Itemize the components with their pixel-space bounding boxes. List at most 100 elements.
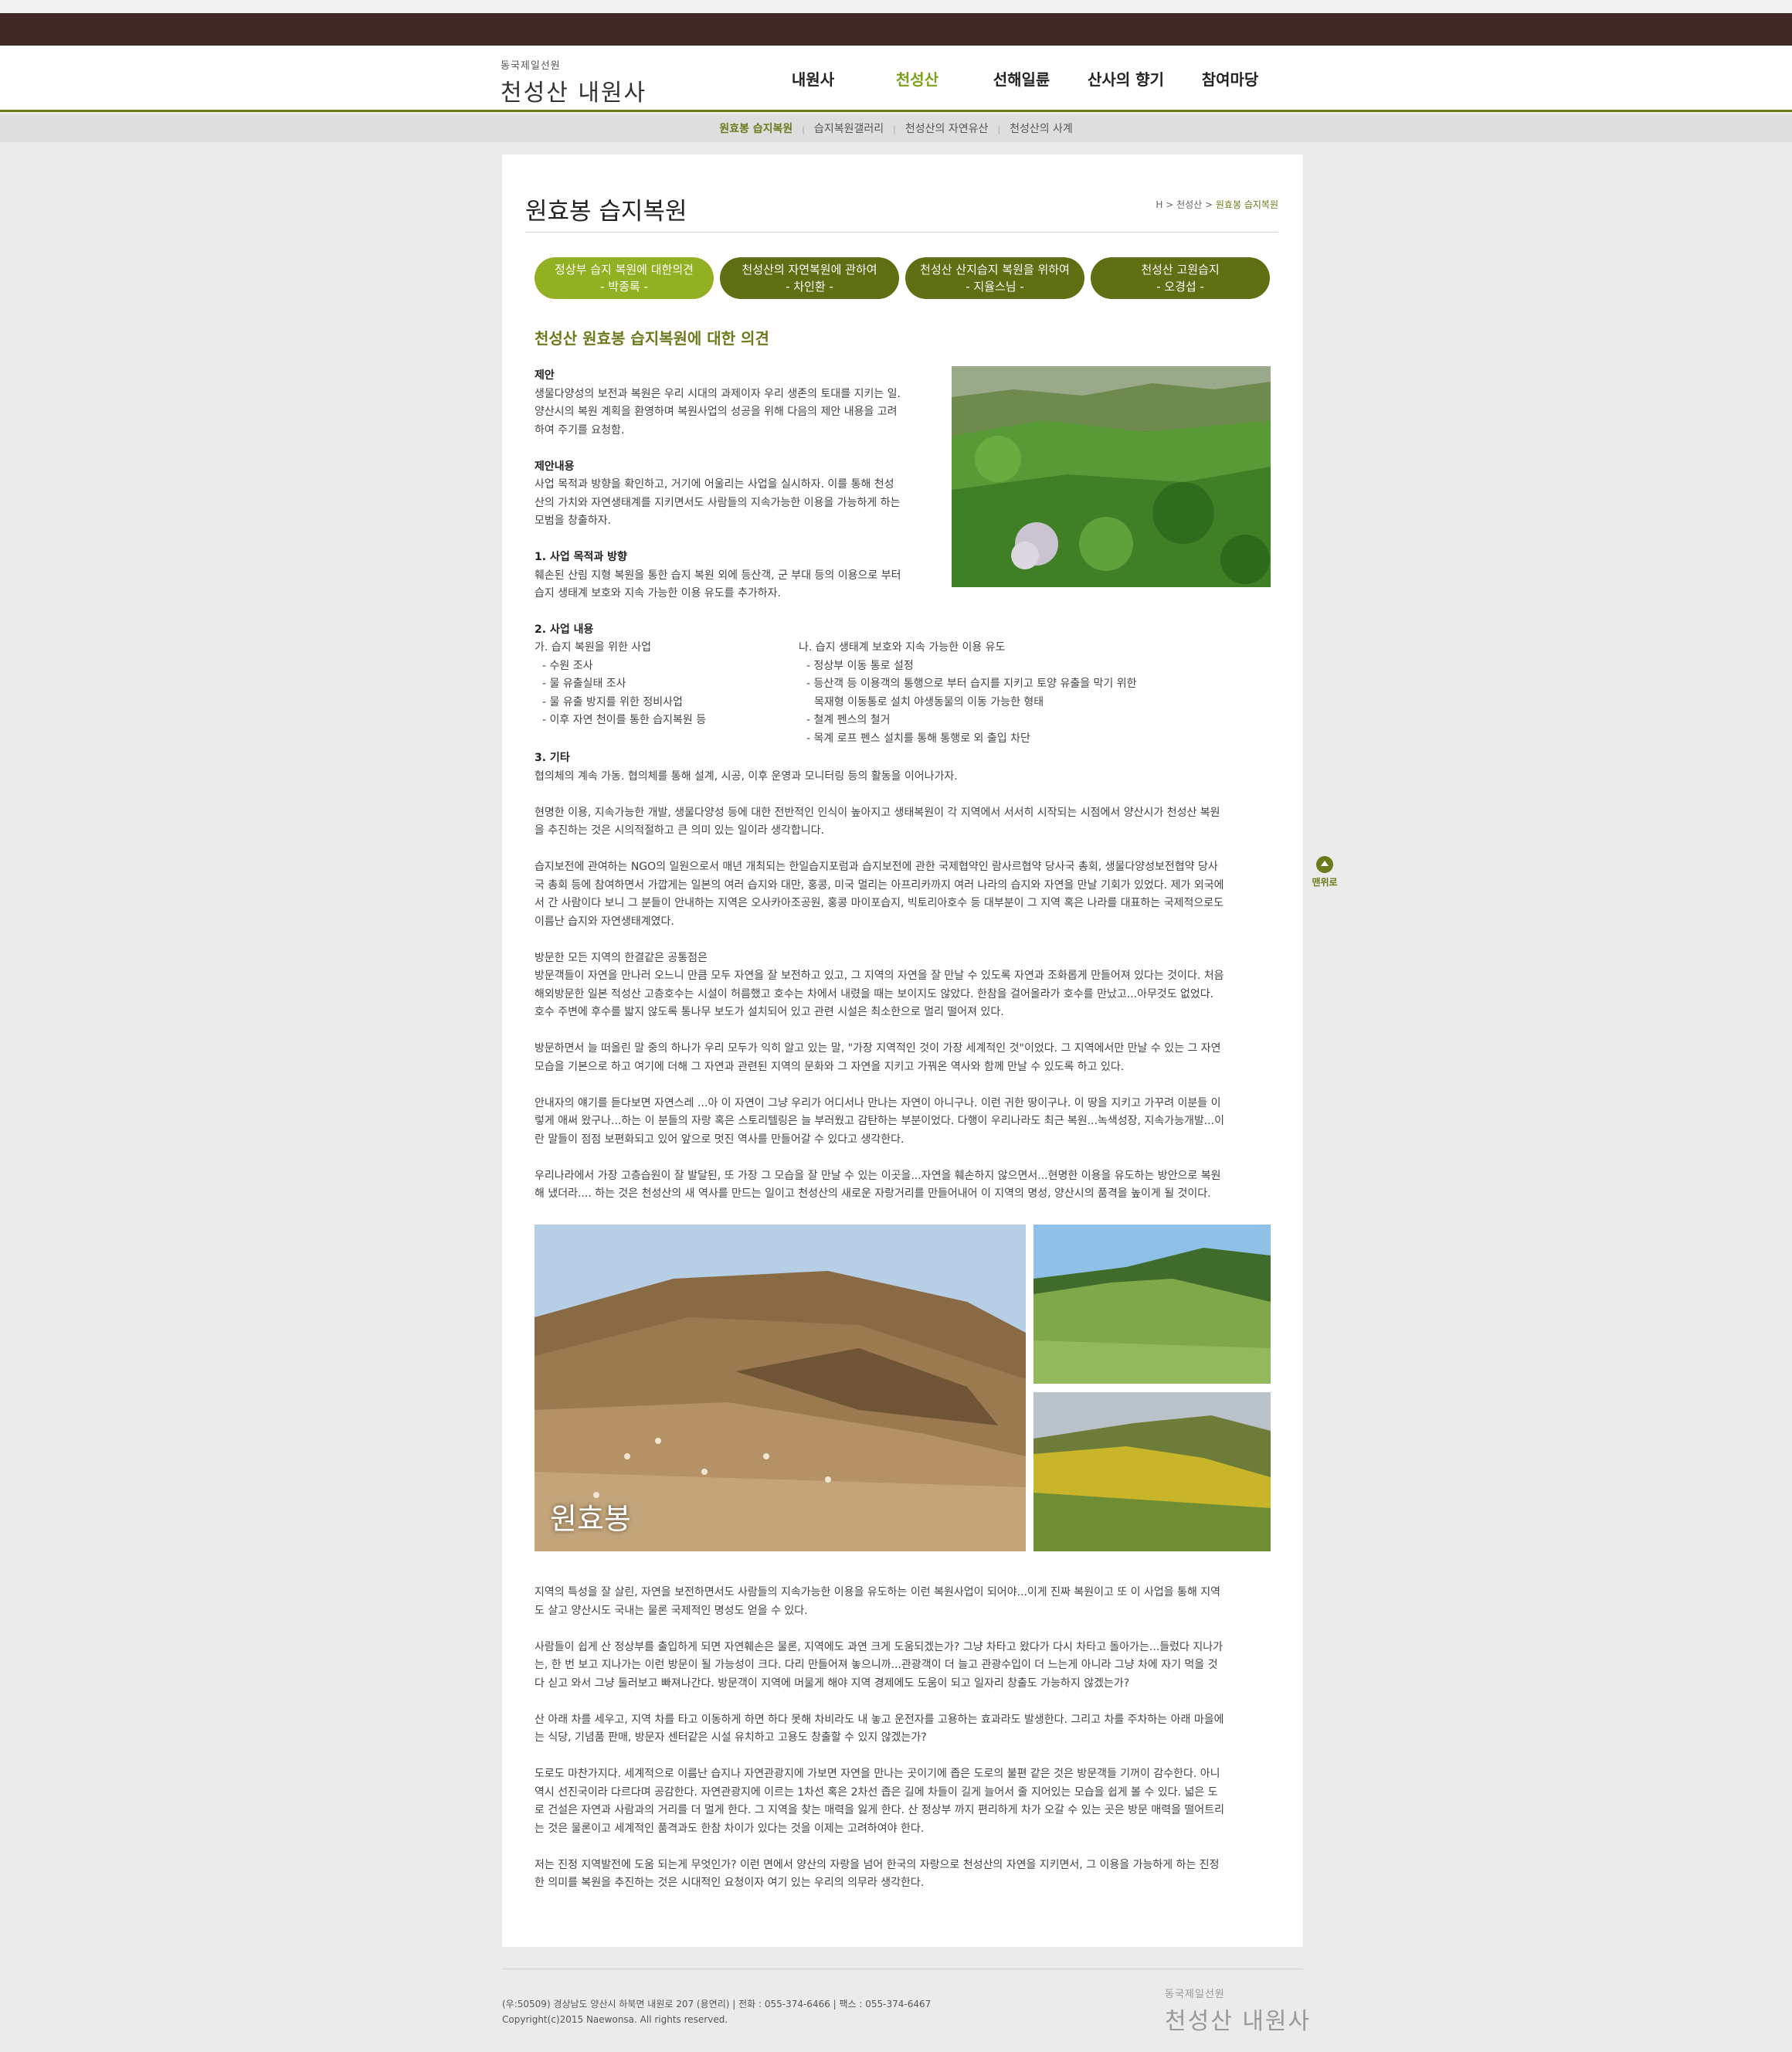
footer-logo-title: 천성산 내원사 — [1165, 2008, 1312, 2035]
tab-label: 천성산 고원습지 — [1141, 263, 1220, 277]
tab-cha-inhwan[interactable]: 천성산의 자연복원에 관하여 - 차인환 - — [720, 257, 899, 299]
text-line: 렇게 애써 왔구나...하는 이 분들의 자랑 혹은 스토리텔링은 늘 부러웠고… — [535, 1115, 1224, 1127]
photo-caption: 원효봉 — [550, 1502, 631, 1536]
content-panel: 원효봉 습지복원 H > 천성산 > 원효봉 습지복원 정상부 습지 복원에 대… — [502, 155, 1303, 1947]
text-line: 해 냈더라.... 하는 것은 천성산의 새 역사를 만드는 일이고 천성산의 … — [535, 1187, 1211, 1200]
breadcrumb-current: 원효봉 습지복원 — [1215, 199, 1278, 210]
text-line: 도 살고 양산시도 국내는 물론 국제적인 명성도 얻을 수 있다. — [535, 1604, 808, 1617]
text-line: 는 것은 물론이고 세계적인 품격과도 한참 차이가 있다는 것을 이제는 고려… — [535, 1822, 925, 1835]
breadcrumb: H > 천성산 > 원효봉 습지복원 — [1156, 199, 1278, 210]
text-line: 이름난 습지와 자연생태계였다. — [535, 915, 674, 928]
text-line: 서 간 사람이다 보니 그 분들이 안내하는 지역은 오사카아조공원, 홍콩 마… — [535, 897, 1224, 909]
subnav-natural-heritage[interactable]: 천성산의 자연유산 — [896, 121, 998, 136]
opinion-tabs: 정상부 습지 복원에 대한의견 - 박종록 - 천성산의 자연복원에 관하여 -… — [535, 257, 1270, 299]
tab-label: 정상부 습지 복원에 대한의견 — [555, 263, 694, 277]
article-title: 천성산 원효봉 습지복원에 대한 의견 — [535, 329, 769, 348]
text-line: 저는 진정 지역발전에 도움 되는게 무엇인가? 이런 면에서 양산의 자랑을 … — [535, 1858, 1220, 1871]
text-line: 모습을 기본으로 하고 여기에 더해 그 자연과 관련된 지역의 문화와 그 자… — [535, 1060, 1125, 1073]
text-line: 란 말들이 점점 보편화되고 있어 앞으로 멋진 역사를 만들어갈 수 있다고 … — [535, 1133, 904, 1146]
text-line: 습지 생태계 보호와 지속 가능한 이용 유도를 추가하자. — [535, 587, 781, 600]
tab-jiyul-sunim[interactable]: 천성산 산지습지 복원을 위하여 - 지율스님 - — [905, 257, 1084, 299]
nav-temple-scent[interactable]: 산사의 향기 — [1074, 67, 1178, 90]
list-item: - 철계 펜스의 철거 — [806, 714, 891, 726]
scroll-to-top-button[interactable]: 맨위로 — [1312, 856, 1338, 888]
text-line: 사업 목적과 방향을 확인하고, 거기에 어울리는 사업을 실시하자. 이를 통… — [535, 478, 894, 491]
text-line: 생물다양성의 보전과 복원은 우리 시대의 과제이자 우리 생존의 토대를 지키… — [535, 387, 901, 400]
tab-author: - 차인환 - — [786, 280, 833, 294]
tab-author: - 지율스님 - — [966, 280, 1024, 294]
text-line: 도로도 마찬가지다. 세계적으로 이름난 습지나 자연관광지에 가보면 자연을 … — [535, 1768, 1220, 1780]
nav-seonhae[interactable]: 선해일륜 — [969, 67, 1074, 90]
yellow-meadow-photo — [1033, 1392, 1271, 1551]
top-strip — [0, 0, 1792, 13]
text-line: 는 식당, 기념품 판매, 방문자 센터같은 시설 유치하고 고용도 창출할 수… — [535, 1731, 927, 1744]
subnav-four-seasons[interactable]: 천성산의 사계 — [1000, 121, 1082, 136]
footer-address: (우:50509) 경상남도 양산시 하북면 내원로 207 (용연리) | 전… — [502, 1999, 932, 2010]
text-line: 산 아래 차를 세우고, 지역 차를 타고 이동하게 하면 하다 못해 차비라도… — [535, 1713, 1224, 1726]
text-line: 방문한 모든 지역의 한결같은 공통점은 — [535, 951, 708, 964]
nav-participation[interactable]: 참여마당 — [1178, 67, 1282, 90]
text-line: 양산시의 복원 계획을 환영하며 복원사업의 성공을 위해 다음의 제안 내용을… — [535, 406, 898, 418]
text-line: 안내자의 얘기를 듣다보면 자연스레 ...아 이 자연이 그냥 우리가 어디서… — [535, 1096, 1221, 1109]
text-line: 훼손된 산림 지형 복원을 통한 습지 복원 외에 등산객, 군 부대 등의 이… — [535, 569, 901, 582]
green-meadow-photo — [1033, 1225, 1271, 1384]
breadcrumb-home[interactable]: H — [1156, 199, 1162, 210]
text-line: 을 추진하는 것은 시의적절하고 큰 의미 있는 일이라 생각합니다. — [535, 824, 824, 837]
text-line: 호수 주변에 후수를 밟지 않도록 통나무 보도가 설치되어 있고 관련 시설은… — [535, 1006, 1004, 1018]
list-item: 목재형 이동통로 설치 야생동물의 이동 가능한 형태 — [814, 695, 1044, 708]
title-divider — [525, 232, 1278, 233]
text-line: 지역의 특성을 잘 살린, 자연을 보전하면서도 사람들의 지속가능한 이용을 … — [535, 1586, 1221, 1598]
list-item: - 물 유출 방지를 위한 정비사업 — [542, 695, 683, 708]
tab-oh-gyeongseop[interactable]: 천성산 고원습지 - 오경섭 - — [1091, 257, 1270, 299]
tab-park-jongrok[interactable]: 정상부 습지 복원에 대한의견 - 박종록 - — [535, 257, 714, 299]
list-item: 가. 습지 복원을 위한 사업 — [535, 641, 652, 654]
text-line: 우리나라에서 가장 고층습원이 잘 발달된, 또 가장 그 모습을 잘 만날 수… — [535, 1169, 1221, 1182]
list-item: - 물 유출실태 조사 — [542, 678, 626, 690]
list-item: - 이후 자연 천이를 통한 습지복원 등 — [542, 714, 707, 726]
forest-photo — [952, 366, 1271, 587]
tab-author: - 박종록 - — [600, 280, 648, 294]
text-line: 방문하면서 늘 떠올린 말 중의 하나가 우리 모두가 익히 알고 있는 말, … — [535, 1042, 1221, 1055]
text-line: 습지보전에 관여하는 NGO의 일원으로서 매년 개최되는 한일습지포럼과 습지… — [535, 861, 1218, 873]
tab-label: 천성산 산지습지 복원을 위하여 — [920, 263, 1070, 277]
breadcrumb-mid[interactable]: 천성산 — [1176, 199, 1202, 210]
text-line: 로 건설은 자연과 사람과의 거리를 더 멀게 한다. 그 지역을 찾는 매력을… — [535, 1804, 1224, 1816]
footer-info: (우:50509) 경상남도 양산시 하북면 내원로 207 (용연리) | 전… — [502, 1996, 931, 2027]
list-item: - 정상부 이동 통로 설정 — [806, 659, 914, 672]
logo-title: 천성산 내원사 — [501, 80, 647, 107]
logo-subtitle: 동국제일선원 — [501, 60, 561, 72]
text-line: 사람들이 쉽게 산 정상부를 출입하게 되면 자연훼손은 물론, 지역에도 과연… — [535, 1640, 1224, 1653]
business-section: 2. 사업 내용 — [535, 621, 1276, 640]
subnav-wetland-gallery[interactable]: 습지복원갤러리 — [805, 121, 893, 136]
text-line: 방문객들이 자연을 만나러 오느니 만큼 모두 자연을 잘 보전하고 있고, 그… — [535, 970, 1224, 982]
list-item: - 등산객 등 이용객의 통행으로 부터 습지를 지키고 토양 유출을 막기 위… — [806, 678, 1137, 690]
body-text-1: 3. 기타 협의체의 계속 가동. 협의체를 통해 설계, 시공, 이후 운영과… — [535, 749, 1280, 1204]
text-line: 다 싣고 와서 그냥 둘러보고 빠져나간다. 방문객이 지역에 머물게 해야 지… — [535, 1677, 1130, 1690]
proposal-section: 제안 생물다양성의 보전과 복원은 우리 시대의 과제이자 우리 생존의 토대를… — [535, 367, 936, 603]
footer-copyright: Copyright(c)2015 Naewonsa. All rights re… — [502, 2014, 728, 2025]
text-line: 한 의미를 복원을 추진하는 것은 시대적인 요청이자 여기 있는 우리의 의무… — [535, 1877, 925, 1889]
proposal-heading: 제안 — [535, 369, 555, 382]
text-line: 국 총회 등에 참여하면서 가깝게는 일본의 여러 습지와 대만, 홍콩, 미국… — [535, 878, 1224, 892]
footer-logo-subtitle: 동국제일선원 — [1165, 1989, 1225, 2000]
tab-label: 천성산의 자연복원에 관하여 — [742, 263, 877, 277]
text-line: 는, 한 번 보고 지나가는 이런 방문이 될 가능성이 크다. 다리 만들어져… — [535, 1659, 1218, 1671]
main-nav: 내원사 천성산 선해일륜 산사의 향기 참여마당 — [761, 67, 1282, 90]
business-heading: 2. 사업 내용 — [535, 623, 594, 636]
footer-logo: 동국제일선원 천성산 내원사 — [1165, 1986, 1311, 2036]
text-line: 하여 주기를 요청함. — [535, 423, 625, 437]
subnav-wetland-restoration[interactable]: 원효봉 습지복원 — [710, 121, 802, 136]
text-line: 현명한 이용, 지속가능한 개발, 생물다양성 등에 대한 전반적인 인식이 높… — [535, 806, 1220, 819]
restoration-list: 가. 습지 복원을 위한 사업 - 수원 조사 - 물 유출실태 조사 - 물 … — [535, 639, 789, 730]
text-line: 모범을 창출하자. — [535, 515, 612, 527]
tab-author: - 오경섭 - — [1156, 280, 1204, 294]
list-item: - 목계 로프 펜스 설치를 통해 통행로 외 출입 차단 — [806, 732, 1030, 745]
nav-naewonsa[interactable]: 내원사 — [761, 67, 865, 90]
text-line: 협의체의 계속 가동. 협의체를 통해 설계, 시공, 이후 운영과 모니터링 … — [535, 770, 958, 783]
protection-list: 나. 습지 생태계 보호와 지속 가능한 이용 유도 - 정상부 이동 통로 설… — [799, 639, 1278, 748]
site-logo[interactable]: 동국제일선원 천성산 내원사 — [501, 57, 647, 107]
text-line: 산의 가치와 자연생태계를 지키면서도 사람들의 지속가능한 이용을 가능하게 … — [535, 496, 901, 509]
list-item: - 수원 조사 — [542, 659, 593, 672]
nav-cheonseongsan[interactable]: 천성산 — [865, 67, 969, 90]
list-item: 나. 습지 생태계 보호와 지속 가능한 이용 유도 — [799, 641, 1006, 654]
